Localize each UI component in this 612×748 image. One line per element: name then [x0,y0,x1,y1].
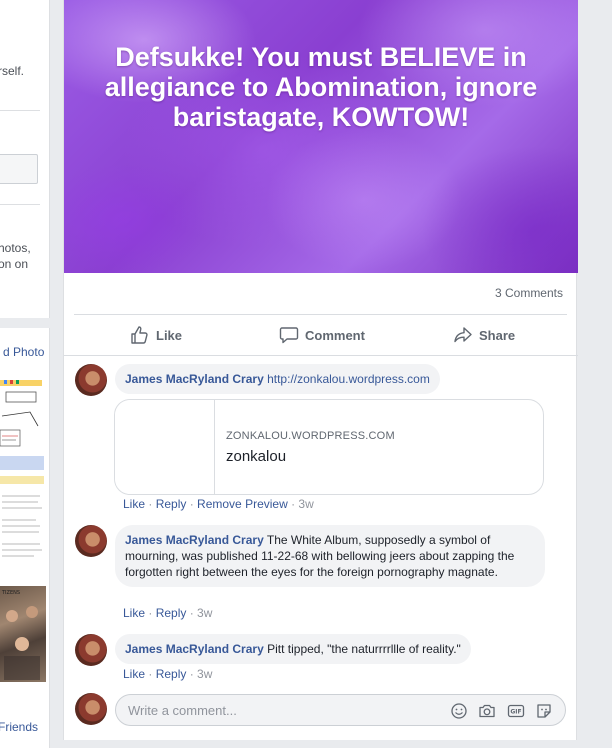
comment-reply-link[interactable]: Reply [156,497,187,511]
comment-like-link[interactable]: Like [123,606,145,620]
comment-timestamp[interactable]: 3w [197,606,212,620]
sidebar-photo-link[interactable]: d Photo [3,345,44,359]
preview-domain: ZONKALOU.WORDPRESS.COM [226,430,395,442]
avatar [75,693,107,725]
photo-thumbnail[interactable] [0,490,46,580]
comment-author[interactable]: James MacRyland Crary [125,642,264,656]
sticker-icon[interactable] [535,702,553,720]
gif-icon[interactable]: GIF [507,702,525,720]
comment-like-link[interactable]: Like [123,497,145,511]
post-banner[interactable]: Defsukke! You must BELIEVE in allegiance… [64,0,578,273]
camera-icon[interactable] [478,702,496,720]
comment-like-link[interactable]: Like [123,667,145,681]
left-sidebar-card: rself. hotos, on on [0,0,50,318]
comment-actions: Like · Reply · Remove Preview · 3w [123,497,314,511]
photo-thumbnail[interactable] [0,376,46,484]
divider [74,314,567,315]
sidebar-text-fragment: hotos, [0,241,31,255]
sidebar-friends-link[interactable]: Friends [0,720,38,734]
share-button[interactable]: Share [453,323,515,347]
left-photos-card: d Photo TIZENS Friends [0,328,50,748]
sidebar-text-fragment: on on [0,257,29,271]
preview-title: zonkalou [226,448,287,465]
thumbs-up-icon [131,326,148,344]
avatar[interactable] [75,525,107,557]
avatar[interactable] [75,364,107,396]
comment-icon [279,327,299,344]
comment-actions: Like · Reply · 3w [123,667,213,681]
photo-thumbnail[interactable]: TIZENS [0,586,46,682]
svg-text:GIF: GIF [510,709,521,716]
avatar[interactable] [75,634,107,666]
comment-actions: Like · Reply · 3w [123,606,213,620]
comment-count-link[interactable]: 3 Comments [495,286,563,300]
comment-timestamp[interactable]: 3w [197,667,212,681]
comment-author[interactable]: James MacRyland Crary [125,533,264,547]
svg-text:TIZENS: TIZENS [1,590,20,596]
like-label: Like [156,327,183,343]
comment-bubble: James MacRyland Crary Pitt tipped, "the … [115,634,471,664]
comment-button[interactable]: Comment [279,323,365,347]
post-card: Defsukke! You must BELIEVE in allegiance… [63,0,578,740]
banner-text: Defsukke! You must BELIEVE in allegiance… [104,42,538,132]
remove-preview-link[interactable]: Remove Preview [197,497,288,511]
link-preview-card[interactable]: ZONKALOU.WORDPRESS.COM zonkalou [114,399,544,495]
comment-url[interactable]: http://zonkalou.wordpress.com [267,372,430,386]
comment-bubble: James MacRyland Crary The White Album, s… [115,525,545,587]
comment-bubble: James MacRyland Crary http://zonkalou.wo… [115,364,440,394]
emoji-icon[interactable] [450,702,468,720]
share-icon [454,327,472,343]
comment-timestamp[interactable]: 3w [298,497,313,511]
sidebar-input[interactable] [0,154,38,184]
sidebar-divider [0,110,40,111]
comment-composer[interactable]: Write a comment... GIF [115,694,566,726]
sidebar-text-fragment: rself. [0,64,25,78]
comment-text: Pitt tipped, "the naturrrrllle of realit… [267,642,461,656]
sidebar-divider [0,204,40,205]
comment-reply-link[interactable]: Reply [156,606,187,620]
like-button[interactable]: Like [130,323,182,347]
share-label: Share [479,327,516,343]
comment-input-placeholder: Write a comment... [128,703,237,718]
comment-reply-link[interactable]: Reply [156,667,187,681]
comment-author[interactable]: James MacRyland Crary [125,372,264,386]
comment-label: Comment [305,327,365,343]
divider [64,355,578,356]
preview-image [115,400,215,494]
